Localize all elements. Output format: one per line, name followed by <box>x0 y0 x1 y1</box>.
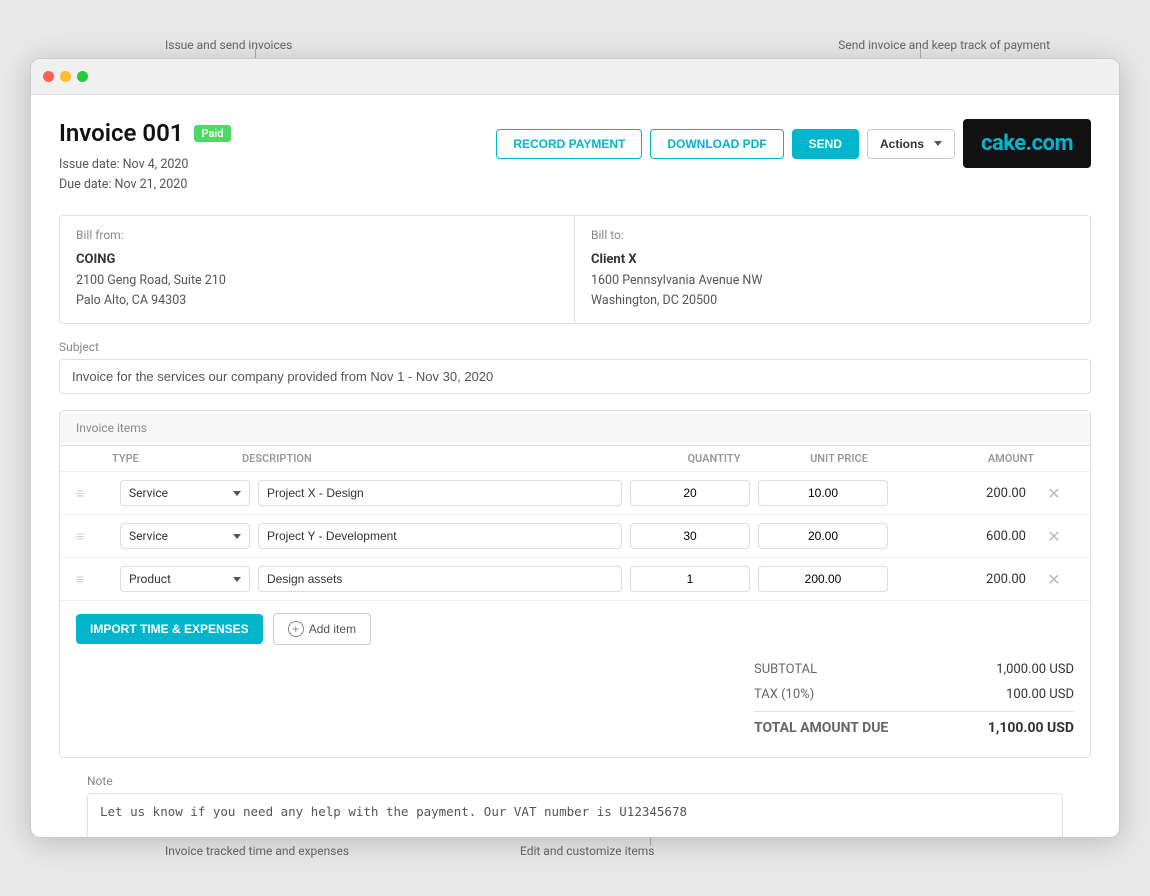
bill-to-company: Client X <box>591 252 1074 267</box>
unit-price-input-1[interactable] <box>758 480 888 506</box>
annotation-bottom-left: Invoice tracked time and expenses <box>165 844 349 858</box>
remove-item-button-3[interactable]: ✕ <box>1034 570 1074 589</box>
total-due-value: 1,100.00 USD <box>954 720 1074 736</box>
subject-label: Subject <box>59 340 1091 354</box>
subject-input[interactable] <box>59 359 1091 394</box>
add-item-button[interactable]: + Add item <box>273 613 371 645</box>
invoice-actions: RECORD PAYMENT DOWNLOAD PDF SEND Actions… <box>496 119 1091 168</box>
tax-label: TAX (10%) <box>754 687 814 702</box>
subtotal-row: SUBTOTAL 1,000.00 USD <box>754 657 1074 682</box>
drag-handle-icon[interactable]: ≡ <box>76 485 112 502</box>
amount-cell-1: 200.00 <box>896 486 1026 501</box>
totals-section: SUBTOTAL 1,000.00 USD TAX (10%) 100.00 U… <box>60 657 1090 757</box>
due-date: Due date: Nov 21, 2020 <box>59 175 231 195</box>
close-dot[interactable] <box>43 71 54 82</box>
download-pdf-button[interactable]: DOWNLOAD PDF <box>650 129 783 159</box>
amount-cell-3: 200.00 <box>896 572 1026 587</box>
bill-from-address: 2100 Geng Road, Suite 210 Palo Alto, CA … <box>76 271 558 311</box>
quantity-input-3[interactable] <box>630 566 750 592</box>
browser-window: Invoice 001 Paid Issue date: Nov 4, 2020… <box>30 58 1120 838</box>
invoice-title-section: Invoice 001 Paid Issue date: Nov 4, 2020… <box>59 119 231 195</box>
quantity-input-1[interactable] <box>630 480 750 506</box>
plus-circle-icon: + <box>288 621 304 637</box>
chevron-down-icon <box>934 141 942 146</box>
browser-titlebar <box>31 59 1119 95</box>
record-payment-button[interactable]: RECORD PAYMENT <box>496 129 642 159</box>
table-row: ≡ Service 600.00 ✕ <box>60 515 1090 558</box>
quantity-input-2[interactable] <box>630 523 750 549</box>
company-logo: cake.com <box>963 119 1091 168</box>
col-unit-price: UNIT PRICE <box>774 452 904 465</box>
minimize-dot[interactable] <box>60 71 71 82</box>
note-section: Note Let us know if you need any help wi… <box>87 774 1063 837</box>
col-description: DESCRIPTION <box>242 452 654 465</box>
type-select-1[interactable]: Service <box>120 480 250 506</box>
remove-item-button-2[interactable]: ✕ <box>1034 527 1074 546</box>
invoice-title: Invoice 001 Paid <box>59 119 231 147</box>
table-row: ≡ Product 200.00 ✕ <box>60 558 1090 601</box>
amount-cell-2: 600.00 <box>896 529 1026 544</box>
import-time-expenses-button[interactable]: IMPORT TIME & EXPENSES <box>76 614 263 644</box>
description-input-1[interactable] <box>258 480 622 506</box>
note-input[interactable]: Let us know if you need any help with th… <box>87 793 1063 837</box>
col-amount: AMOUNT <box>904 452 1034 465</box>
subject-section: Subject <box>59 340 1091 394</box>
annotation-bottom-center: Edit and customize items <box>520 844 655 858</box>
chevron-down-icon <box>233 577 241 582</box>
col-type: TYPE <box>112 452 242 465</box>
chevron-down-icon <box>233 491 241 496</box>
col-quantity: QUANTITY <box>654 452 774 465</box>
subtotal-value: 1,000.00 USD <box>954 662 1074 677</box>
invoice-container: Invoice 001 Paid Issue date: Nov 4, 2020… <box>31 95 1119 837</box>
paid-badge: Paid <box>194 125 232 142</box>
items-header: Invoice items <box>60 411 1090 446</box>
bill-from-col: Bill from: COING 2100 Geng Road, Suite 2… <box>60 216 575 323</box>
invoice-dates: Issue date: Nov 4, 2020 Due date: Nov 21… <box>59 155 231 195</box>
description-input-3[interactable] <box>258 566 622 592</box>
maximize-dot[interactable] <box>77 71 88 82</box>
items-footer: IMPORT TIME & EXPENSES + Add item <box>60 601 1090 657</box>
description-input-2[interactable] <box>258 523 622 549</box>
actions-button[interactable]: Actions <box>867 129 955 159</box>
bill-to-address: 1600 Pennsylvania Avenue NW Washington, … <box>591 271 1074 311</box>
invoice-items-section: Invoice items TYPE DESCRIPTION QUANTITY … <box>59 410 1091 758</box>
chevron-down-icon <box>233 534 241 539</box>
tax-value: 100.00 USD <box>954 687 1074 702</box>
type-select-3[interactable]: Product <box>120 566 250 592</box>
annotation-top-left: Issue and send invoices <box>165 38 292 52</box>
tax-row: TAX (10%) 100.00 USD <box>754 682 1074 707</box>
note-label: Note <box>87 774 1063 788</box>
bill-from-label: Bill from: <box>76 228 558 242</box>
unit-price-input-3[interactable] <box>758 566 888 592</box>
subtotal-label: SUBTOTAL <box>754 662 817 677</box>
bill-section: Bill from: COING 2100 Geng Road, Suite 2… <box>59 215 1091 324</box>
issue-date: Issue date: Nov 4, 2020 <box>59 155 231 175</box>
send-button[interactable]: SEND <box>792 129 859 159</box>
total-due-label: TOTAL AMOUNT DUE <box>754 720 888 736</box>
invoice-header: Invoice 001 Paid Issue date: Nov 4, 2020… <box>59 119 1091 195</box>
bill-from-company: COING <box>76 252 558 267</box>
table-row: ≡ Service 200.00 ✕ <box>60 472 1090 515</box>
drag-handle-icon[interactable]: ≡ <box>76 528 112 545</box>
bill-to-label: Bill to: <box>591 228 1074 242</box>
remove-item-button-1[interactable]: ✕ <box>1034 484 1074 503</box>
bill-to-col: Bill to: Client X 1600 Pennsylvania Aven… <box>575 216 1090 323</box>
drag-handle-icon[interactable]: ≡ <box>76 571 112 588</box>
type-select-2[interactable]: Service <box>120 523 250 549</box>
totals-table: SUBTOTAL 1,000.00 USD TAX (10%) 100.00 U… <box>754 657 1074 741</box>
items-columns-header: TYPE DESCRIPTION QUANTITY UNIT PRICE AMO… <box>60 446 1090 472</box>
unit-price-input-2[interactable] <box>758 523 888 549</box>
annotation-top-right: Send invoice and keep track of payment <box>838 38 1050 52</box>
total-due-row: TOTAL AMOUNT DUE 1,100.00 USD <box>754 711 1074 741</box>
logo-text: cake.com <box>981 131 1073 156</box>
